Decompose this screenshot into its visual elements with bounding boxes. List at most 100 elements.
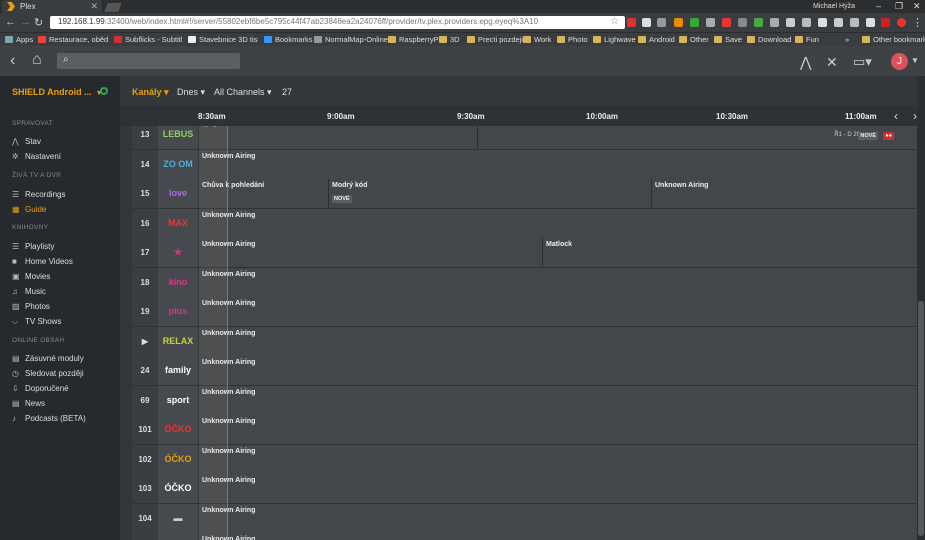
- program-cell[interactable]: Unknown Airing: [198, 356, 918, 385]
- play-icon[interactable]: ▶: [132, 326, 158, 356]
- program-cell[interactable]: Unknown Airing: [198, 415, 918, 444]
- scrollbar-thumb[interactable]: [918, 301, 924, 536]
- avatar[interactable]: J: [891, 53, 908, 70]
- bookmark-folder[interactable]: Fun: [795, 35, 819, 44]
- extension-icon[interactable]: [786, 18, 795, 27]
- all-channels-filter[interactable]: All Channels ▾: [214, 87, 272, 98]
- extension-icon[interactable]: [657, 18, 666, 27]
- profile-icon[interactable]: [897, 18, 906, 27]
- channel-logo[interactable]: ▬: [158, 503, 198, 533]
- extension-icon[interactable]: [706, 18, 715, 27]
- sidebar-item-music[interactable]: ♫ Music: [12, 287, 46, 296]
- program-cell[interactable]: ŘI - 8: [198, 126, 477, 149]
- channel-logo[interactable]: ÓČKO STAR: [158, 444, 198, 474]
- program-cell[interactable]: Matlock: [542, 238, 918, 267]
- scrollbar[interactable]: [917, 76, 925, 540]
- sidebar-item-watch-later[interactable]: ◷ Sledovat později: [12, 369, 84, 378]
- sidebar-item-home-videos[interactable]: ■ Home Videos: [12, 257, 73, 266]
- bookmark-folder[interactable]: Photo: [557, 35, 588, 44]
- reload-icon[interactable]: ↻: [34, 16, 43, 29]
- sidebar-item-playlisty[interactable]: ☰ Playlisty: [12, 242, 54, 251]
- channel-logo[interactable]: love: [158, 179, 198, 208]
- bookmark-item[interactable]: Restaurace, obědy, ...: [38, 35, 108, 44]
- menu-icon[interactable]: ⋮: [912, 16, 923, 29]
- program-cell[interactable]: Unknown Airing: [198, 503, 918, 533]
- bookmark-star-icon[interactable]: ☆: [610, 16, 619, 27]
- other-bookmarks[interactable]: Other bookmarks: [862, 35, 925, 44]
- program-cell[interactable]: Modrý kód NOVÉ: [328, 179, 651, 208]
- bookmark-folder[interactable]: 3D: [439, 35, 460, 44]
- bookmark-folder[interactable]: Download: [747, 35, 791, 44]
- sidebar-item-movies[interactable]: ▣ Movies: [12, 272, 50, 281]
- program-cell[interactable]: Unknown Airing: [198, 297, 918, 326]
- channel-logo[interactable]: MAX: [158, 208, 198, 238]
- channel-logo[interactable]: sport: [158, 385, 198, 415]
- more-bookmarks-icon[interactable]: »: [845, 35, 849, 44]
- new-tab-button[interactable]: [104, 3, 122, 12]
- sidebar-item-plugins[interactable]: ▤ Zásuvné moduly: [12, 354, 84, 363]
- extension-icon[interactable]: [754, 18, 763, 27]
- home-icon[interactable]: ⌂: [32, 51, 42, 69]
- channel-logo[interactable]: LEBUS: [158, 126, 198, 149]
- profile-name[interactable]: Michael Hýža: [813, 3, 855, 10]
- program-cell[interactable]: Unknown Airing: [198, 149, 918, 179]
- url-field[interactable]: 192.168.1.99:32400/web/index.html#!/serv…: [50, 16, 625, 29]
- record-icon[interactable]: ●●: [883, 132, 894, 140]
- minimize-icon[interactable]: –: [876, 1, 881, 11]
- settings-tools-icon[interactable]: ✕: [826, 54, 838, 71]
- program-cell[interactable]: Ř1 - D 29 NOVÉ ●●: [477, 126, 918, 149]
- bookmark-folder[interactable]: Lighwave: [593, 35, 636, 44]
- extension-icon[interactable]: [738, 18, 747, 27]
- channel-logo[interactable]: ÓČKO: [158, 415, 198, 444]
- bookmark-folder[interactable]: Other: [679, 35, 709, 44]
- program-cell[interactable]: Unknown Airing: [198, 385, 918, 415]
- bookmark-item[interactable]: NormalMap-Online: [314, 35, 388, 44]
- sidebar-item-guide[interactable]: ▦ Guide: [12, 205, 46, 214]
- chevron-down-icon[interactable]: ▼: [911, 56, 919, 65]
- extension-icon[interactable]: [834, 18, 843, 27]
- channel-logo[interactable]: ZO OM: [158, 149, 198, 179]
- bookmark-item[interactable]: Stavebnice 3D tisk...: [188, 35, 258, 44]
- program-cell[interactable]: Unknown Airing: [198, 533, 918, 540]
- sidebar-item-news[interactable]: ▤ News: [12, 399, 45, 408]
- extension-icon[interactable]: [770, 18, 779, 27]
- program-cell[interactable]: Unknown Airing: [198, 238, 542, 267]
- program-cell[interactable]: Unknown Airing: [198, 444, 918, 474]
- extension-icon[interactable]: [818, 18, 827, 27]
- channel-logo[interactable]: ÓČKO EXPRES: [158, 474, 198, 503]
- browser-tab[interactable]: Plex ✕: [2, 0, 102, 13]
- program-cell[interactable]: Unknown Airing: [651, 179, 918, 208]
- channel-logo[interactable]: plus: [158, 297, 198, 326]
- sidebar-item-recommended[interactable]: ⇩ Doporučené: [12, 384, 69, 393]
- extension-icon[interactable]: [674, 18, 683, 27]
- bookmark-item[interactable]: Bookmarks: [264, 35, 313, 44]
- extension-icon[interactable]: [690, 18, 699, 27]
- close-tab-icon[interactable]: ✕: [90, 1, 98, 12]
- channel-logo[interactable]: ★: [158, 238, 198, 267]
- bookmark-folder[interactable]: Precti pozdeji: [467, 35, 523, 44]
- bookmark-apps[interactable]: Apps: [5, 35, 33, 44]
- bookmark-folder[interactable]: Work: [523, 35, 551, 44]
- extension-icon[interactable]: [722, 18, 731, 27]
- bookmark-item[interactable]: Subflicks - Subtitles: [114, 35, 182, 44]
- program-cell[interactable]: Unknown Airing: [198, 474, 918, 503]
- bookmark-folder[interactable]: Android: [638, 35, 675, 44]
- sidebar-item-recordings[interactable]: ☰ Recordings: [12, 190, 65, 199]
- close-window-icon[interactable]: ✕: [913, 1, 921, 12]
- bookmark-folder[interactable]: RaspberryPi: [388, 35, 440, 44]
- back-arrow-icon[interactable]: ‹: [10, 52, 15, 70]
- activity-icon[interactable]: ⋀: [800, 54, 811, 71]
- sidebar-item-photos[interactable]: ▨ Photos: [12, 302, 50, 311]
- program-cell[interactable]: Unknown Airing: [198, 267, 918, 297]
- extension-icon[interactable]: [866, 18, 875, 27]
- extension-icon[interactable]: [642, 18, 651, 27]
- search-input[interactable]: ⌕: [57, 53, 240, 69]
- sidebar-item-podcasts[interactable]: ♪ Podcasts (BETA): [12, 414, 86, 423]
- forward-icon[interactable]: →: [20, 16, 31, 28]
- channel-logo[interactable]: RELAX: [158, 326, 198, 356]
- channel-logo[interactable]: [158, 533, 198, 540]
- back-icon[interactable]: ←: [5, 16, 16, 28]
- sidebar-item-nastaveni[interactable]: ✲ Nastavení: [12, 152, 61, 161]
- program-cell[interactable]: Unknown Airing: [198, 208, 918, 238]
- chevron-left-icon[interactable]: ‹: [894, 109, 898, 123]
